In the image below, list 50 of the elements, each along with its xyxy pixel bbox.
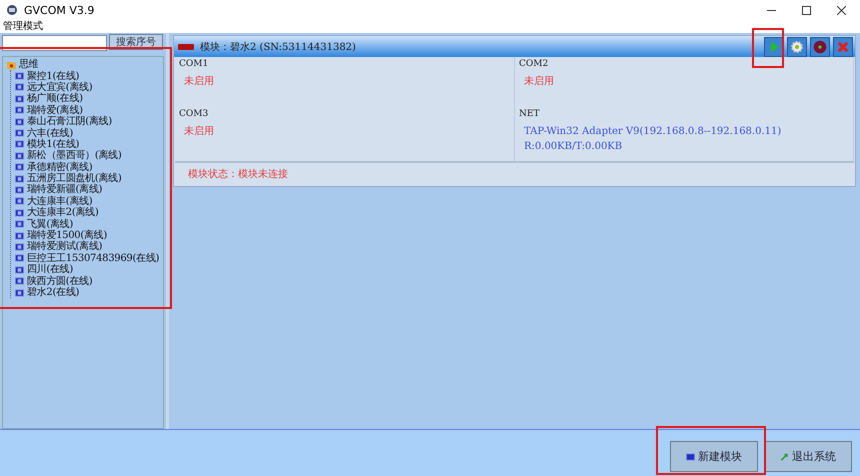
port-name: COM3 xyxy=(179,109,210,119)
tree-item[interactable]: 四川(在线) xyxy=(27,264,74,276)
close-icon xyxy=(836,40,850,54)
tree-item[interactable]: 新松（墨西哥）(离线) xyxy=(27,150,122,162)
new-module-button[interactable]: 新建模块 xyxy=(670,441,758,472)
arrow-icon xyxy=(780,452,789,460)
tree-item[interactable]: 承德精密(离线) xyxy=(27,162,92,173)
disc-icon xyxy=(813,40,827,54)
module-title: 模块：碧水2 (SN:53114431382) xyxy=(200,40,356,54)
tree-item[interactable]: 杨广顺(在线) xyxy=(27,93,83,104)
play-button[interactable] xyxy=(764,36,784,56)
tree-item[interactable]: 思维 xyxy=(19,59,38,70)
tree-item[interactable]: 瑞特爱(离线) xyxy=(27,104,83,116)
app-icon xyxy=(6,4,18,16)
port-status: 未启用 xyxy=(183,124,215,139)
port-status: 未启用 xyxy=(523,74,555,89)
port-status: TAP-Win32 Adapter V9(192.168.0.8--192.168.0.11) xyxy=(523,125,782,139)
folder-icon xyxy=(7,60,16,69)
close-icon[interactable] xyxy=(837,6,846,14)
tree-item[interactable]: 大连康丰(离线) xyxy=(27,196,92,207)
tree-item[interactable]: 模块1(在线) xyxy=(27,138,80,150)
tree-item[interactable]: 五洲房工圆盘机(离线) xyxy=(27,173,122,184)
status-led-icon xyxy=(178,44,194,50)
tree-item[interactable]: 瑞特爱1500(离线) xyxy=(27,230,107,242)
port-status: R:0.00KB/T:0.00KB xyxy=(523,140,624,154)
gear-icon xyxy=(790,40,804,54)
tree-item[interactable]: 巨控王工15307483969(在线) xyxy=(27,252,160,264)
port-name: COM1 xyxy=(179,59,210,69)
tree-item[interactable]: 大连康丰2(离线) xyxy=(27,207,98,218)
maximize-icon[interactable] xyxy=(802,6,811,14)
port-name: COM2 xyxy=(519,59,550,69)
tree-item[interactable]: 瑞特爱测试(离线) xyxy=(27,241,102,252)
module-status: 模块状态：模块未连接 xyxy=(188,169,288,180)
exit-button[interactable]: 退出系统 xyxy=(764,441,852,472)
tree-item[interactable]: 瑞特爱新疆(离线) xyxy=(27,184,102,196)
tree-item[interactable]: 聚控1(在线) xyxy=(27,70,80,82)
port-status: 未启用 xyxy=(183,74,215,89)
tree-item[interactable]: 远大宜宾(离线) xyxy=(27,82,92,93)
tree-item[interactable]: 六丰(在线) xyxy=(27,128,74,139)
disc-button[interactable] xyxy=(810,36,830,56)
device-icon xyxy=(686,452,695,460)
port-name: NET xyxy=(519,109,540,119)
window-title: GVCOM V3.9 xyxy=(24,4,94,16)
tree-item[interactable]: 碧水2(在线) xyxy=(27,287,80,298)
settings-button[interactable] xyxy=(787,36,807,56)
tree-item[interactable]: 泰山石膏江阴(离线) xyxy=(27,116,112,128)
tree-item[interactable]: 陕西方圆(在线) xyxy=(27,276,92,287)
close-button[interactable] xyxy=(833,36,853,56)
tree-item[interactable]: 飞翼(离线) xyxy=(27,218,74,230)
menu-item[interactable]: 管理模式 xyxy=(3,21,43,32)
